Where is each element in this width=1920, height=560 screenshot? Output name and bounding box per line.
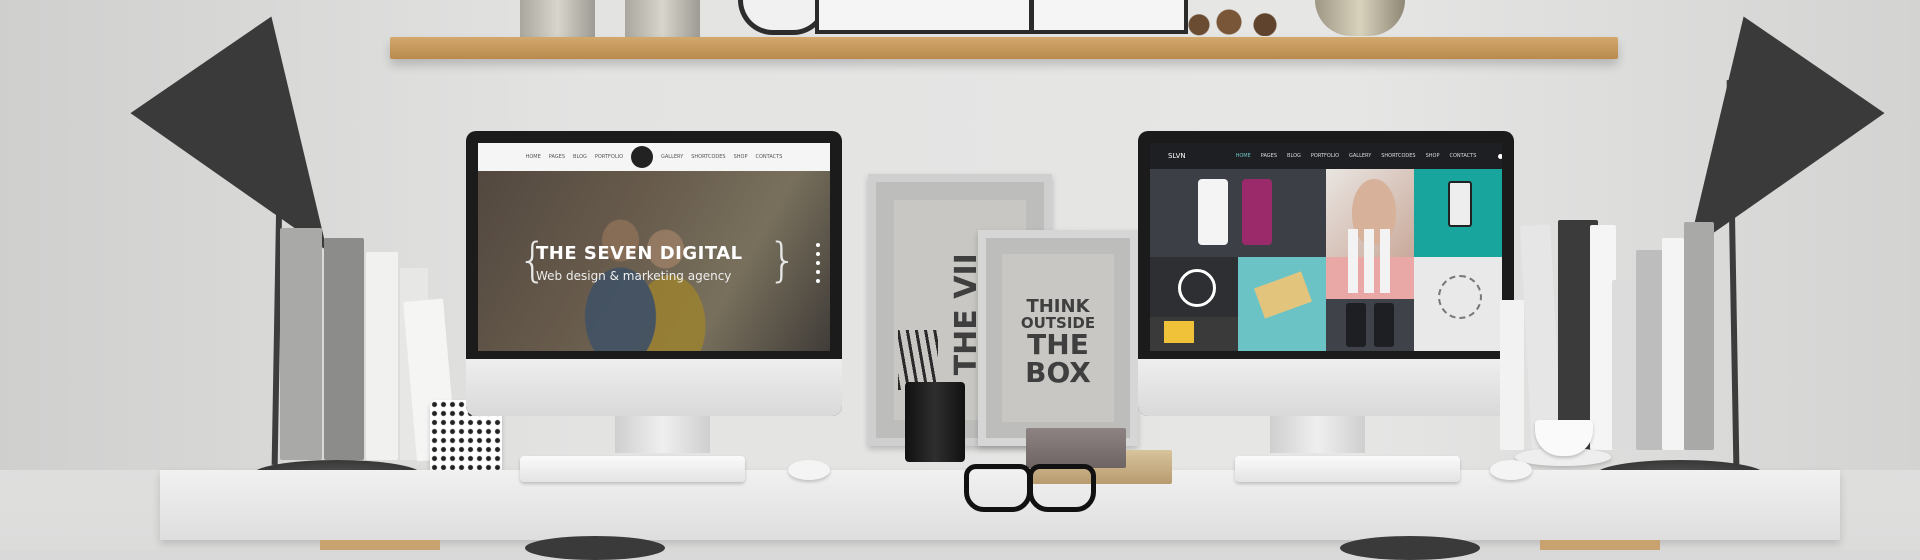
poster-front: THINK OUTSIDE THE BOX bbox=[1002, 254, 1114, 422]
portfolio-tile-phones[interactable] bbox=[1326, 299, 1414, 351]
wall-shelf bbox=[390, 37, 1618, 59]
nav-item[interactable]: CONTACTS bbox=[1450, 153, 1477, 159]
pencil-cup bbox=[905, 382, 965, 462]
phone-mockup bbox=[1374, 303, 1394, 347]
nav-item[interactable]: SHOP bbox=[734, 154, 748, 160]
book bbox=[1684, 222, 1714, 450]
nav-item[interactable]: GALLERY bbox=[661, 154, 683, 160]
right-mouse[interactable] bbox=[1490, 460, 1532, 480]
nav-item[interactable]: PORTFOLIO bbox=[1311, 153, 1339, 159]
brand-logo[interactable]: SLVN bbox=[1168, 152, 1186, 160]
slider-dots[interactable] bbox=[816, 243, 820, 283]
left-mouse[interactable] bbox=[788, 460, 830, 480]
candle-holder bbox=[1440, 0, 1485, 41]
candle-holder-2 bbox=[1500, 0, 1560, 41]
logo-badge-icon bbox=[631, 146, 654, 168]
glasses bbox=[960, 462, 1110, 512]
left-keyboard[interactable] bbox=[520, 456, 745, 482]
picture-frame-shelf-2 bbox=[1030, 0, 1188, 34]
left-monitor-stand bbox=[615, 415, 710, 453]
phone-mockup bbox=[1198, 179, 1228, 245]
vase-left bbox=[520, 0, 595, 37]
right-keyboard[interactable] bbox=[1235, 456, 1460, 482]
hero-subtitle: Web design & marketing agency bbox=[536, 269, 732, 283]
right-monitor: SLVN HOME PAGES BLOG PORTFOLIO GALLERY S… bbox=[1138, 131, 1514, 416]
chair-top bbox=[525, 536, 665, 560]
bottles bbox=[1348, 229, 1392, 293]
book bbox=[1612, 280, 1638, 450]
nav-item[interactable]: HOME bbox=[1236, 153, 1251, 159]
left-monitor-chin bbox=[466, 359, 842, 416]
right-brace-icon: } bbox=[768, 233, 798, 287]
portfolio-tile-yellow[interactable] bbox=[1150, 317, 1238, 351]
book bbox=[280, 228, 322, 460]
pinecones bbox=[1175, 8, 1295, 36]
left-screen-nav: HOME PAGES BLOG PORTFOLIO GALLERY SHORTC… bbox=[478, 143, 830, 171]
left-screen: HOME PAGES BLOG PORTFOLIO GALLERY SHORTC… bbox=[478, 143, 830, 351]
chair-top bbox=[1340, 536, 1480, 560]
nav-item[interactable]: GALLERY bbox=[1349, 153, 1371, 159]
nav-item[interactable]: BLOG bbox=[573, 154, 587, 160]
desk-leg bbox=[1540, 540, 1660, 550]
badge-emblem-icon bbox=[1178, 269, 1216, 307]
poster-frame-front: THINK OUTSIDE THE BOX bbox=[978, 230, 1138, 446]
right-screen: SLVN HOME PAGES BLOG PORTFOLIO GALLERY S… bbox=[1150, 143, 1502, 351]
portfolio-tile-teal[interactable] bbox=[1238, 257, 1326, 351]
vase-center bbox=[625, 0, 700, 37]
poster-back-text: THE VII bbox=[948, 253, 984, 376]
book bbox=[366, 252, 398, 460]
phone-in-hand bbox=[1448, 181, 1472, 227]
poster-front-line: THE bbox=[1027, 328, 1089, 361]
nav-item[interactable]: SHORTCODES bbox=[1381, 153, 1415, 159]
pencils bbox=[898, 330, 938, 390]
nav-item[interactable]: SHORTCODES bbox=[691, 154, 725, 160]
poster-front-line: THINK bbox=[1026, 296, 1090, 317]
picture-frame-shelf bbox=[815, 0, 1033, 34]
nav-item[interactable]: PORTFOLIO bbox=[595, 154, 623, 160]
portfolio-tile-stamp[interactable] bbox=[1414, 257, 1502, 351]
portfolio-tile-badge[interactable] bbox=[1150, 257, 1238, 317]
right-monitor-chin bbox=[1138, 359, 1514, 416]
book bbox=[1636, 250, 1664, 450]
nav-item[interactable]: HOME bbox=[526, 154, 541, 160]
nav-item[interactable]: CONTACTS bbox=[756, 154, 783, 160]
nav-item[interactable]: PAGES bbox=[1261, 153, 1277, 159]
desk-leg bbox=[320, 540, 440, 550]
yellow-card bbox=[1164, 321, 1194, 343]
book bbox=[1500, 300, 1524, 450]
portfolio-tile-bottles[interactable] bbox=[1326, 229, 1414, 299]
portfolio-tile-app[interactable] bbox=[1150, 169, 1326, 257]
right-screen-nav: SLVN HOME PAGES BLOG PORTFOLIO GALLERY S… bbox=[1150, 143, 1502, 169]
phone-mockup bbox=[1346, 303, 1366, 347]
nav-item[interactable]: BLOG bbox=[1287, 153, 1301, 159]
nav-item[interactable]: SHOP bbox=[1426, 153, 1440, 159]
tag-card bbox=[1254, 271, 1312, 319]
hero-banner: { } THE SEVEN DIGITAL Web design & marke… bbox=[478, 171, 830, 351]
phone-mockup bbox=[1242, 179, 1272, 245]
book bbox=[1662, 238, 1684, 450]
right-monitor-stand bbox=[1270, 415, 1365, 453]
nav-item[interactable]: PAGES bbox=[549, 154, 565, 160]
poster-front-line: BOX bbox=[1025, 356, 1091, 389]
social-icons[interactable] bbox=[1498, 153, 1502, 159]
book bbox=[324, 238, 364, 460]
stamp-icon bbox=[1438, 275, 1482, 319]
hero-title: THE SEVEN DIGITAL bbox=[536, 243, 743, 264]
left-monitor: HOME PAGES BLOG PORTFOLIO GALLERY SHORTC… bbox=[466, 131, 842, 416]
portfolio-tile-phone[interactable] bbox=[1414, 169, 1502, 257]
